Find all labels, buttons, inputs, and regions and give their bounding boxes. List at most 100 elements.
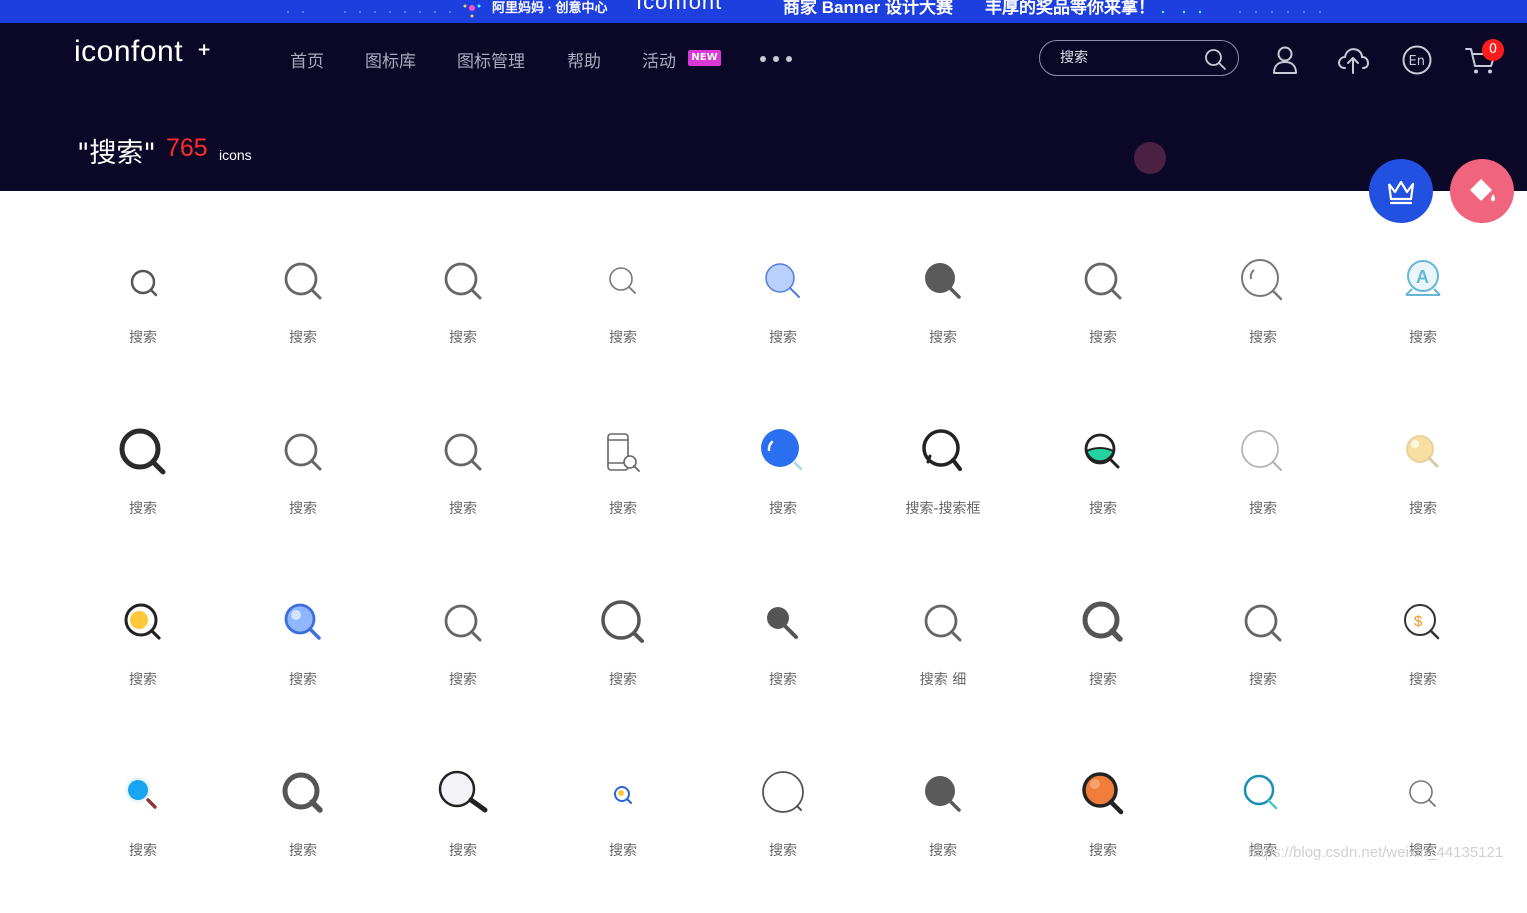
icon-card[interactable]: 搜索	[1183, 240, 1343, 400]
icon-card[interactable]: 搜索	[543, 411, 703, 571]
search-yellow-light-icon	[1406, 435, 1439, 468]
icon-card-label: 搜索	[609, 672, 637, 688]
icon-card-label: 搜索	[289, 330, 317, 346]
icon-card[interactable]: 搜索	[1343, 753, 1503, 913]
search-bold-gray-icon	[1082, 601, 1123, 642]
icon-card[interactable]: 搜索	[63, 411, 223, 571]
banner-brand: 阿里妈妈 · 创意中心	[492, 0, 608, 15]
search-outline-icon	[444, 262, 482, 300]
icon-card[interactable]: 搜索	[1183, 411, 1343, 571]
upload-cloud-icon[interactable]	[1336, 43, 1370, 77]
icon-card-label: 搜索	[1409, 672, 1437, 688]
search-teal-outline-icon	[1243, 774, 1278, 810]
icon-card-label: 搜索	[1409, 330, 1437, 346]
icon-card[interactable]: 搜索	[383, 582, 543, 742]
icon-card-label: 搜索	[1409, 501, 1437, 517]
icon-card-label: 搜索	[1249, 501, 1277, 517]
search-outline-icon	[1084, 262, 1122, 300]
icon-card-label: 搜索	[1089, 501, 1117, 517]
search-green-half-icon	[1084, 433, 1120, 469]
top-banner[interactable]: 阿里妈妈 · 创意中心 Iconfont 商家 Banner 设计大赛 丰厚的奖…	[0, 0, 1527, 23]
search-blue-filled-icon	[761, 429, 803, 471]
icon-card-label: 搜索	[769, 330, 797, 346]
icon-card[interactable]: 搜索	[383, 753, 543, 913]
icon-card[interactable]: 搜索	[543, 753, 703, 913]
icon-card[interactable]: 搜索	[703, 411, 863, 571]
icon-card-label: 搜索	[1249, 330, 1277, 346]
vip-crown-button[interactable]	[1369, 159, 1433, 223]
icon-card[interactable]: 搜索	[863, 240, 1023, 400]
icon-card[interactable]: 搜索	[703, 753, 863, 913]
search-outline-icon	[924, 604, 962, 642]
icon-card[interactable]: 搜索	[1183, 582, 1343, 742]
icon-card[interactable]: 搜索	[1343, 411, 1503, 571]
cart-count-badge: 0	[1482, 39, 1504, 61]
decorative-dot	[1134, 142, 1166, 174]
icon-card[interactable]: 搜索	[1183, 753, 1343, 913]
search-bold-gray-icon	[282, 772, 323, 813]
icon-card-label: 搜索	[769, 843, 797, 859]
search-letter-a-icon: A	[1405, 260, 1441, 296]
icon-card-label: 搜索	[1089, 330, 1117, 346]
icon-card[interactable]: 搜索	[703, 582, 863, 742]
search-box[interactable]	[1039, 40, 1239, 76]
icon-card[interactable]: 搜索	[1023, 240, 1183, 400]
icon-card[interactable]: 搜索	[223, 753, 383, 913]
icon-card-label: 搜索	[929, 330, 957, 346]
icon-card[interactable]: 搜索	[383, 240, 543, 400]
nav-icon-library[interactable]: 图标库	[365, 47, 416, 72]
icon-card[interactable]: 搜索-搜索框	[863, 411, 1023, 571]
icon-card[interactable]: 搜索	[223, 240, 383, 400]
banner-headline: 商家 Banner 设计大赛	[783, 0, 954, 17]
icon-card[interactable]: 搜索	[223, 582, 383, 742]
theme-paint-button[interactable]	[1450, 159, 1514, 223]
search-tiny-color-icon	[614, 786, 632, 804]
search-outline-icon	[284, 262, 322, 300]
icon-card[interactable]: 搜索	[63, 240, 223, 400]
search-phone-icon	[607, 433, 640, 472]
search-input[interactable]	[1060, 48, 1200, 68]
icon-card[interactable]: 搜索	[1023, 582, 1183, 742]
search-result-unit: icons	[219, 147, 252, 163]
nav-help[interactable]: 帮助	[567, 47, 601, 72]
search-bold-black-icon	[119, 428, 166, 475]
icon-card[interactable]: 搜索	[1023, 411, 1183, 571]
nav-home[interactable]: 首页	[290, 47, 324, 72]
user-icon[interactable]	[1268, 43, 1302, 77]
icon-card[interactable]: 搜索 细	[863, 582, 1023, 742]
icon-card-label: 搜索 细	[919, 672, 967, 688]
icon-card[interactable]: 搜索	[223, 411, 383, 571]
icon-card-label: 搜索	[609, 843, 637, 859]
icon-card[interactable]: 搜索	[863, 753, 1023, 913]
icon-card[interactable]: 搜索	[543, 240, 703, 400]
search-dollar-icon: $	[1404, 604, 1440, 640]
search-black-round-icon	[922, 429, 962, 471]
search-outline-icon	[284, 433, 322, 471]
icon-card-label: 搜索	[1249, 672, 1277, 688]
icon-card[interactable]: 搜索	[703, 240, 863, 400]
icon-card[interactable]: A 搜索	[1343, 240, 1503, 400]
icon-card-label: 搜索	[129, 843, 157, 859]
icon-card[interactable]: 搜索	[63, 582, 223, 742]
more-icon[interactable]	[758, 51, 794, 67]
icon-card[interactable]: 搜索	[543, 582, 703, 742]
search-circle-thin-icon	[762, 771, 804, 813]
nav-icon-management[interactable]: 图标管理	[457, 47, 525, 72]
nav-activity[interactable]: 活动	[642, 47, 676, 72]
icon-card[interactable]: 搜索	[63, 753, 223, 913]
icon-card-label: 搜索	[609, 330, 637, 346]
language-en-icon[interactable]: En	[1400, 43, 1434, 77]
icon-card[interactable]: 搜索	[383, 411, 543, 571]
icon-card-label: 搜索	[449, 501, 477, 517]
search-thin-large-icon	[1241, 259, 1283, 301]
search-blue-outline-icon	[284, 603, 321, 640]
icon-card-label: 搜索	[609, 501, 637, 517]
search-outline-small-icon	[130, 269, 158, 297]
decorative-dots	[287, 11, 451, 13]
icon-card[interactable]: 搜索	[1023, 753, 1183, 913]
crown-icon	[1387, 180, 1415, 205]
icon-card-label: 搜索	[449, 330, 477, 346]
icon-card[interactable]: $ 搜索	[1343, 582, 1503, 742]
search-icon[interactable]	[1203, 47, 1227, 71]
iconfont-logo[interactable]: iconfont	[74, 35, 183, 69]
